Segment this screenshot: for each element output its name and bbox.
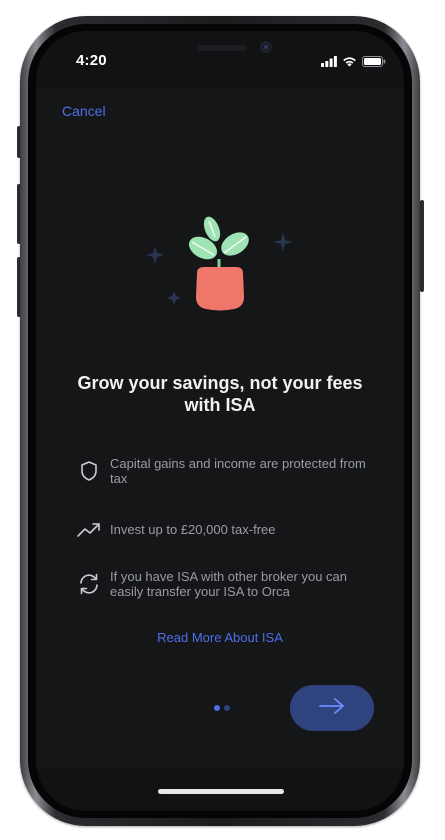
feature-item-tax-protection: Capital gains and income are protected f… bbox=[76, 456, 376, 486]
feature-text: Invest up to £20,000 tax-free bbox=[110, 522, 276, 537]
transfer-arrows-icon bbox=[76, 571, 102, 597]
feature-text: Capital gains and income are protected f… bbox=[110, 456, 366, 486]
sparkle-icon bbox=[273, 232, 293, 252]
pager-dot-active bbox=[214, 705, 220, 711]
cellular-signal-icon bbox=[321, 54, 337, 72]
next-button[interactable] bbox=[290, 685, 374, 731]
earpiece-speaker bbox=[198, 45, 246, 51]
page-title: Grow your savings, not your fees with IS… bbox=[77, 373, 363, 415]
phone-screen: 4:20 Cancel Grow your savings, not your … bbox=[36, 31, 404, 811]
shield-icon bbox=[76, 458, 102, 484]
wifi-icon bbox=[342, 54, 357, 72]
status-time: 4:20 bbox=[76, 52, 107, 69]
read-more-link[interactable]: Read More About ISA bbox=[60, 630, 380, 645]
cancel-button[interactable]: Cancel bbox=[62, 103, 106, 119]
sparkle-icon bbox=[146, 246, 164, 264]
arrow-right-icon bbox=[318, 697, 346, 720]
power-button bbox=[420, 200, 424, 292]
status-icons bbox=[321, 54, 386, 72]
isa-onboarding-screen: Cancel Grow your savings, not your fees … bbox=[36, 89, 404, 769]
feature-text: If you have ISA with other broker you ca… bbox=[110, 569, 348, 599]
front-camera bbox=[260, 41, 272, 53]
trending-up-icon bbox=[76, 517, 102, 543]
pager-dot bbox=[224, 705, 230, 711]
page-indicator bbox=[214, 705, 230, 711]
home-indicator[interactable] bbox=[158, 789, 284, 794]
feature-item-tax-free-limit: Invest up to £20,000 tax-free bbox=[76, 517, 376, 543]
device-mockup: 4:20 Cancel Grow your savings, not your … bbox=[0, 0, 445, 840]
sparkle-icon bbox=[167, 291, 181, 305]
plant-illustration bbox=[144, 197, 294, 317]
feature-item-transfer: If you have ISA with other broker you ca… bbox=[76, 569, 376, 599]
battery-icon bbox=[362, 54, 386, 72]
